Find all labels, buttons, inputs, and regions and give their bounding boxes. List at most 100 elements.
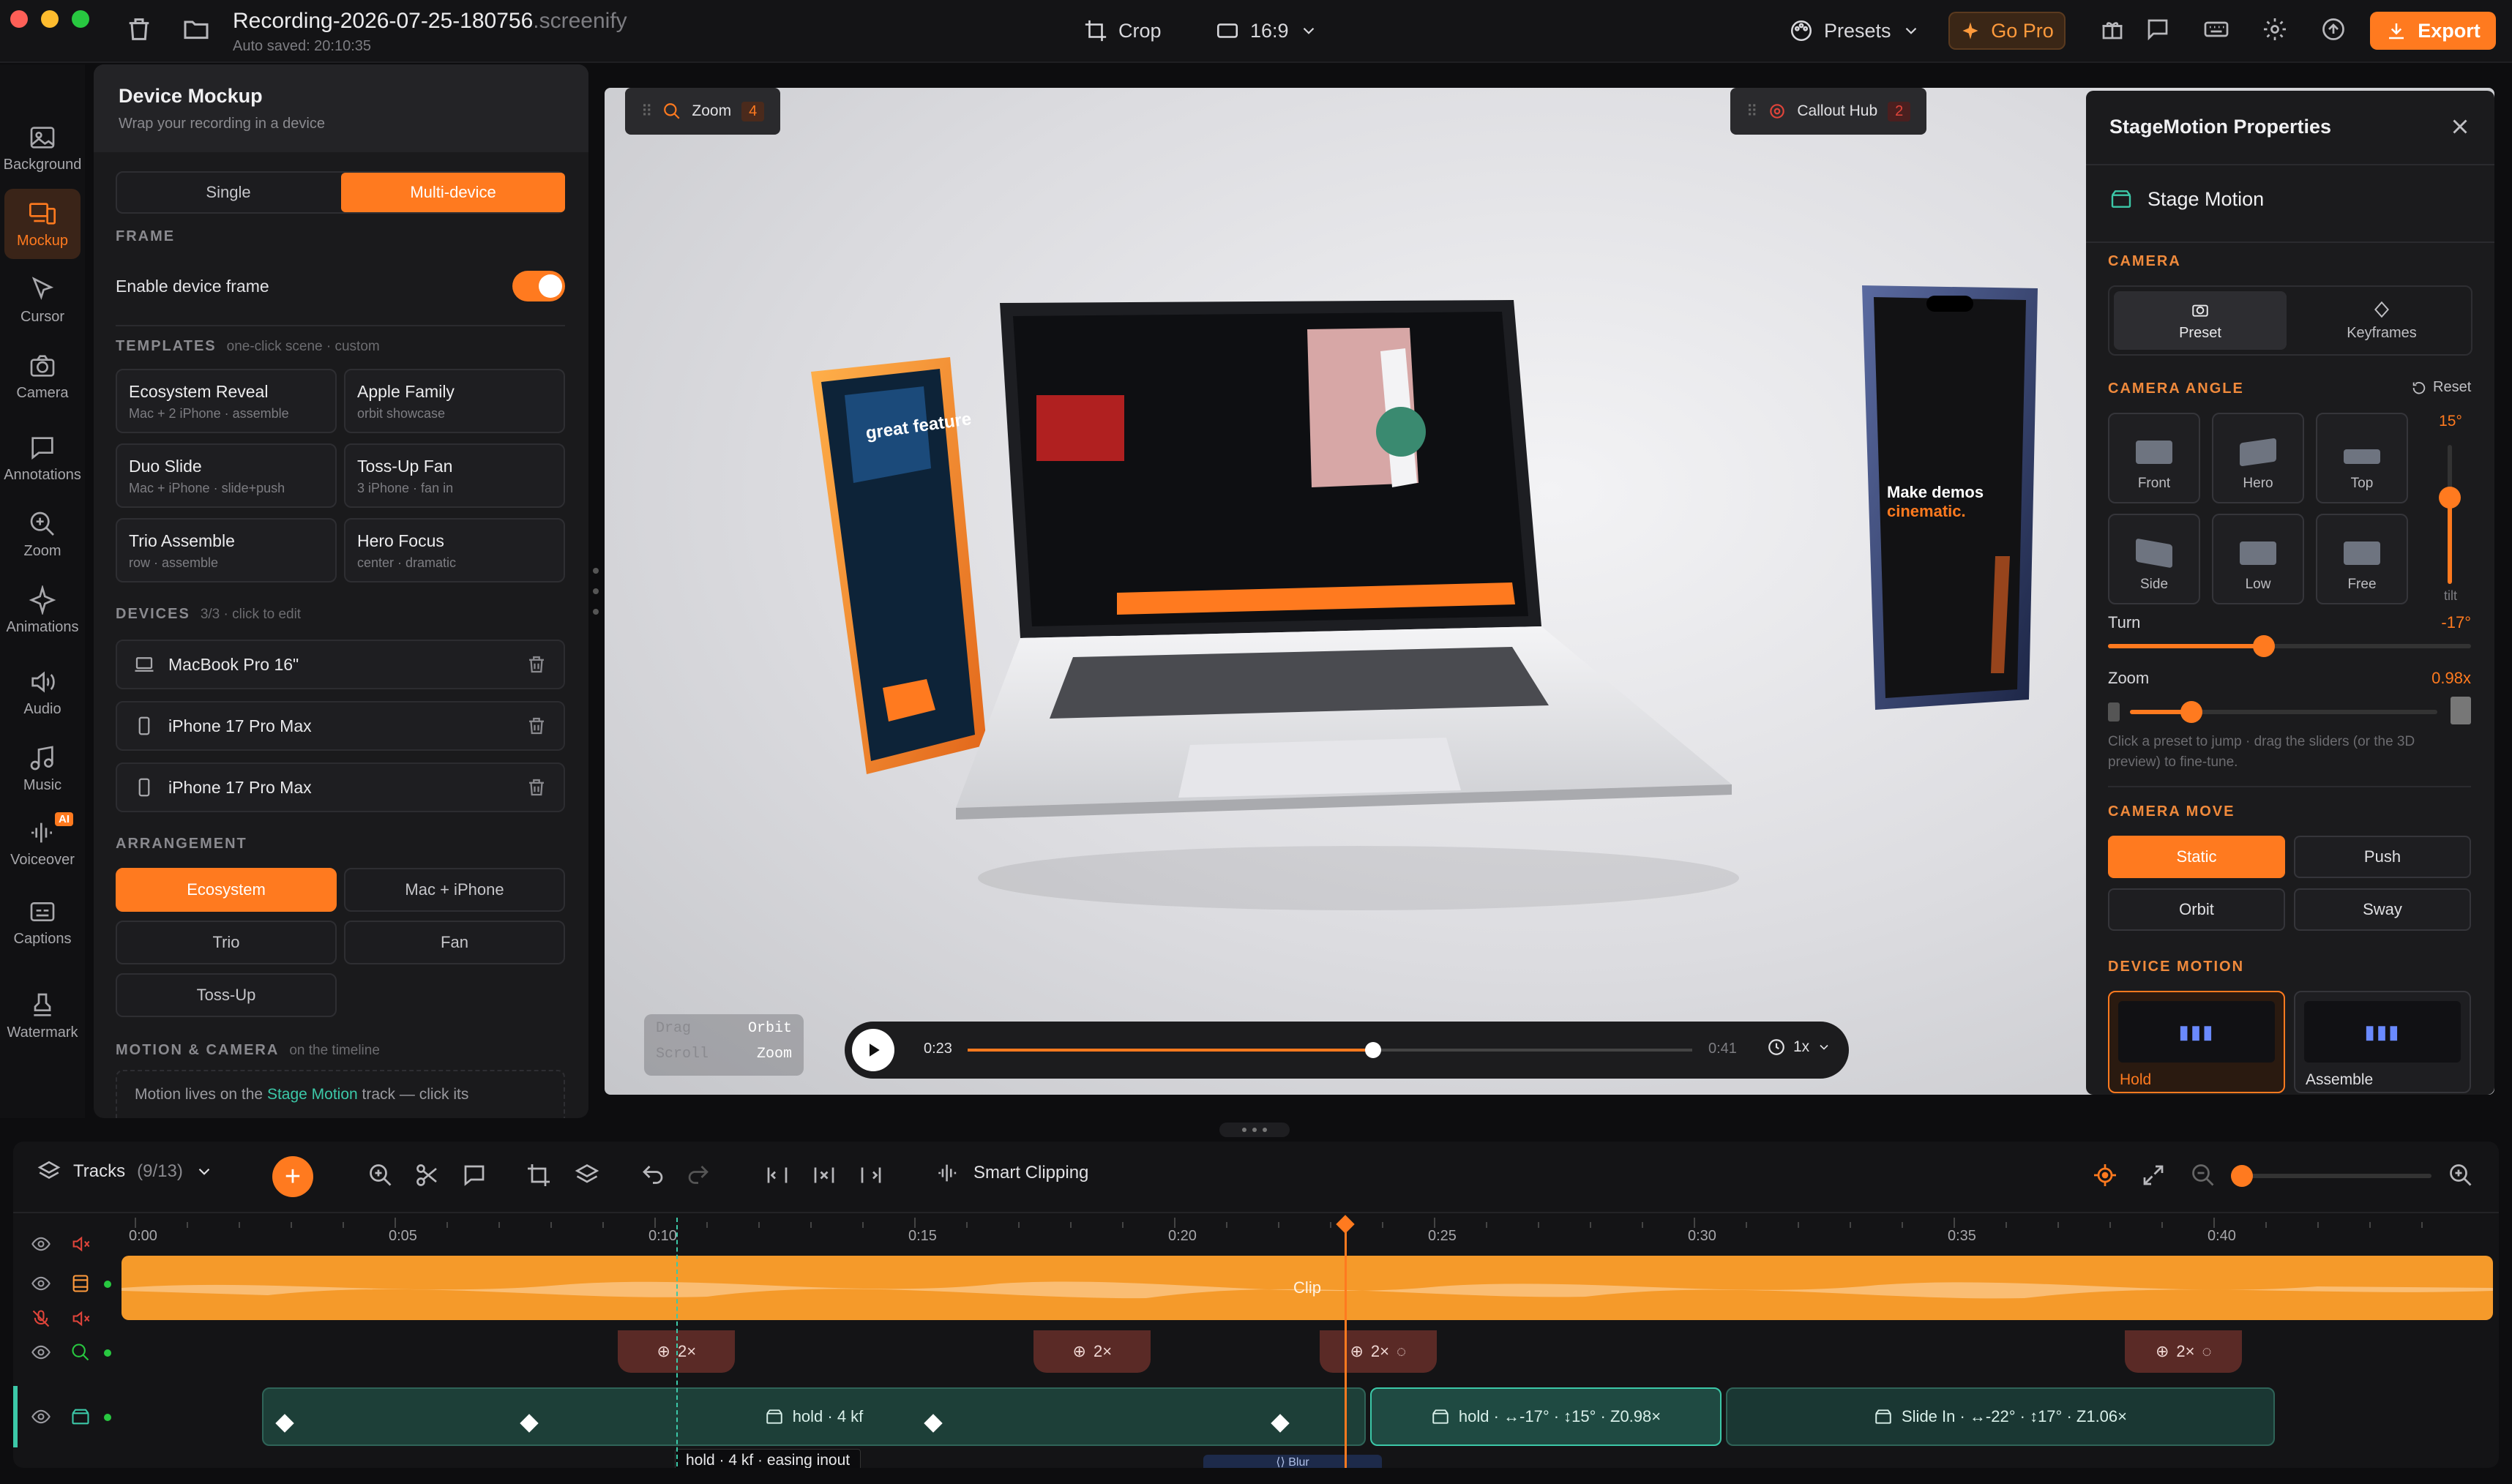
time-ruler[interactable]: 0:00 0:05 0:10 0:15 0:20 0:25 0:30 0:35 0:40 — [13, 1142, 2499, 1248]
blur-clip[interactable]: ⟨⟩ Blur — [1203, 1455, 1382, 1468]
presets-button[interactable]: Presets — [1789, 12, 1921, 50]
stage-motion-clip[interactable]: hold · 4 kf — [262, 1387, 1366, 1446]
arrangement-fan[interactable]: Fan — [344, 921, 565, 964]
template-card-duo-slide[interactable]: Duo Slide Mac + iPhone · slide+push — [116, 443, 337, 508]
rail-item-zoom[interactable]: Zoom — [4, 499, 81, 569]
splitter-handle[interactable] — [1219, 1123, 1290, 1137]
mute-icon[interactable] — [70, 1234, 91, 1254]
file-name[interactable]: Recording-2026-07-25-180756.screenify — [233, 9, 627, 34]
rail-item-camera[interactable]: Camera — [4, 341, 81, 411]
rail-item-cursor[interactable]: Cursor — [4, 265, 81, 335]
film-icon[interactable] — [70, 1273, 91, 1294]
clapper-icon[interactable] — [70, 1406, 91, 1427]
angle-front[interactable]: Front — [2108, 413, 2200, 503]
eye-icon[interactable] — [31, 1234, 51, 1254]
stage-motion-clip[interactable]: Slide In · ↔-22° · ↕17° · Z1.06× — [1726, 1387, 2275, 1446]
angle-side[interactable]: Side — [2108, 514, 2200, 604]
mode-single-tab[interactable]: Single — [117, 173, 340, 212]
arrangement-trio[interactable]: Trio — [116, 921, 337, 964]
stage-motion-clip-selected[interactable]: hold · ↔-17° · ↕15° · Z0.98× — [1370, 1387, 1722, 1446]
divider — [116, 325, 565, 326]
template-card-hero-focus[interactable]: Hero Focus center · dramatic — [344, 518, 565, 582]
rail-item-audio[interactable]: Audio — [4, 657, 81, 727]
playhead[interactable] — [1336, 1212, 1356, 1468]
maximize-window-button[interactable] — [72, 10, 89, 28]
rail-item-captions[interactable]: Captions — [4, 887, 81, 957]
trash-icon[interactable] — [124, 15, 154, 44]
keyboard-icon[interactable] — [2203, 16, 2232, 45]
camera-keyframes-tab[interactable]: Keyframes — [2295, 291, 2468, 350]
arrangement-mac-iphone[interactable]: Mac + iPhone — [344, 868, 565, 912]
mute-icon[interactable] — [70, 1308, 91, 1329]
device-row[interactable]: iPhone 17 Pro Max — [116, 701, 565, 751]
angle-free[interactable]: Free — [2316, 514, 2408, 604]
panel-resize-handle[interactable] — [593, 568, 599, 615]
template-title: Hero Focus — [357, 531, 444, 550]
speed-select[interactable]: 1x — [1767, 1038, 1831, 1057]
scrubber-knob[interactable] — [1365, 1042, 1382, 1058]
zoom-icon[interactable] — [70, 1342, 91, 1363]
zoom-clip[interactable]: ⊕ 2× ◌ — [2125, 1330, 2243, 1373]
arrangement-ecosystem[interactable]: Ecosystem — [116, 868, 337, 912]
crop-button[interactable]: Crop — [1083, 12, 1162, 50]
aspect-ratio-select[interactable]: 16:9 — [1215, 12, 1318, 50]
rail-item-annotations[interactable]: Annotations — [4, 423, 81, 493]
main-video-clip[interactable]: Clip — [122, 1256, 2493, 1320]
rail-item-mockup[interactable]: Mockup — [4, 189, 81, 259]
go-pro-button[interactable]: Go Pro — [1948, 12, 2066, 50]
close-window-button[interactable] — [10, 10, 28, 28]
device-row[interactable]: MacBook Pro 16" — [116, 640, 565, 689]
angle-low[interactable]: Low — [2212, 514, 2304, 604]
ruler-tick-mark — [1850, 1222, 1851, 1228]
tilt-slider[interactable] — [2439, 445, 2461, 584]
angle-top[interactable]: Top — [2316, 413, 2408, 503]
rail-item-background[interactable]: Background — [4, 113, 81, 183]
trash-icon[interactable] — [526, 776, 547, 798]
eye-icon[interactable] — [31, 1406, 51, 1427]
scrubber-track[interactable] — [968, 1042, 1692, 1058]
template-card-apple-family[interactable]: Apple Family orbit showcase — [344, 369, 565, 433]
turn-slider[interactable] — [2108, 635, 2471, 657]
device-row[interactable]: iPhone 17 Pro Max — [116, 762, 565, 812]
zoom-knob[interactable] — [2180, 701, 2202, 723]
rail-item-voiceover[interactable]: Voiceover AI — [4, 808, 81, 878]
mic-off-icon[interactable] — [31, 1308, 51, 1329]
angle-hero[interactable]: Hero — [2212, 413, 2304, 503]
trash-icon[interactable] — [526, 653, 547, 675]
move-static[interactable]: Static — [2108, 836, 2285, 878]
gear-icon[interactable] — [2262, 16, 2291, 45]
export-button[interactable]: Export — [2370, 12, 2496, 50]
eye-icon[interactable] — [31, 1342, 51, 1363]
template-card-trio-assemble[interactable]: Trio Assemble row · assemble — [116, 518, 337, 582]
stage-motion-link[interactable]: Stage Motion — [267, 1086, 358, 1103]
zoom-clip[interactable]: ⊕ 2× — [1033, 1330, 1151, 1373]
rail-item-watermark[interactable]: Watermark — [4, 981, 81, 1051]
gift-icon[interactable] — [2099, 16, 2128, 45]
mode-multi-tab[interactable]: Multi-device — [341, 173, 565, 212]
trash-icon[interactable] — [526, 715, 547, 737]
tilt-knob[interactable] — [2439, 487, 2461, 509]
play-button[interactable] — [852, 1029, 894, 1071]
upload-icon[interactable] — [2320, 16, 2350, 45]
template-card-ecosystem-reveal[interactable]: Ecosystem Reveal Mac + 2 iPhone · assembl… — [116, 369, 337, 433]
turn-knob[interactable] — [2253, 635, 2276, 657]
minimize-window-button[interactable] — [41, 10, 59, 28]
zoom-slider[interactable] — [2130, 701, 2437, 723]
device-motion-hold[interactable]: ▮▮▮ Hold — [2108, 991, 2285, 1093]
move-push[interactable]: Push — [2294, 836, 2471, 878]
presets-label: Presets — [1824, 19, 1891, 42]
template-card-toss-up-fan[interactable]: Toss-Up Fan 3 iPhone · fan in — [344, 443, 565, 508]
close-icon[interactable] — [2448, 114, 2472, 139]
chat-icon[interactable] — [2145, 16, 2174, 45]
device-motion-assemble[interactable]: ▮▮▮ Assemble — [2294, 991, 2471, 1093]
arrangement-toss-up[interactable]: Toss-Up — [116, 973, 337, 1017]
move-orbit[interactable]: Orbit — [2108, 888, 2285, 931]
rail-item-music[interactable]: Music — [4, 733, 81, 803]
rail-item-animations[interactable]: Animations — [4, 575, 81, 645]
eye-icon[interactable] — [31, 1273, 51, 1294]
move-sway[interactable]: Sway — [2294, 888, 2471, 931]
enable-frame-toggle[interactable] — [512, 271, 565, 301]
camera-preset-tab[interactable]: Preset — [2114, 291, 2287, 350]
folder-icon[interactable] — [182, 15, 211, 44]
reset-button[interactable]: Reset — [2411, 379, 2471, 396]
